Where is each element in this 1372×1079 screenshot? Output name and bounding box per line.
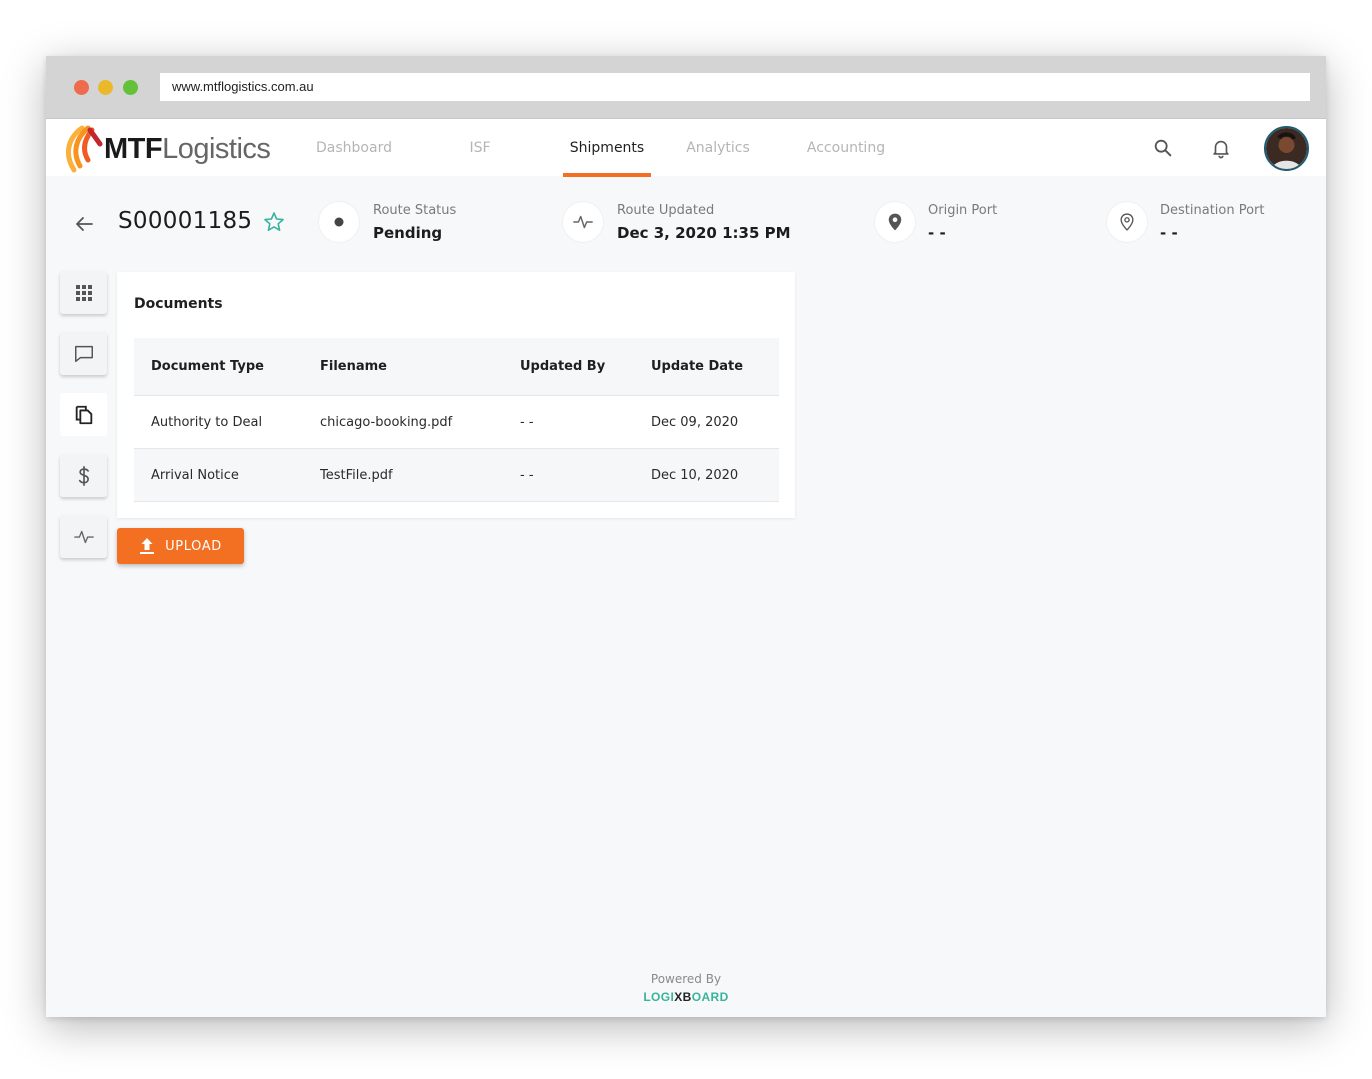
document-type-cell: Arrival Notice xyxy=(151,467,239,483)
nav-isf[interactable]: ISF xyxy=(442,119,518,177)
document-type-cell: Authority to Deal xyxy=(151,414,263,430)
table-row[interactable]: Arrival Notice TestFile.pdf - - Dec 10, … xyxy=(134,449,779,502)
favorite-star-icon[interactable] xyxy=(262,210,286,238)
upload-label: UPLOAD xyxy=(165,538,222,554)
sidebar-messages-button[interactable] xyxy=(60,332,107,375)
logo-text: MTFLogistics xyxy=(104,133,271,166)
app-header: MTFLogistics Dashboard ISF Shipments Ana… xyxy=(46,118,1326,177)
user-avatar-icon xyxy=(1266,128,1307,169)
activity-icon xyxy=(563,202,603,242)
map-pin-filled-icon xyxy=(875,202,915,242)
powered-by-text: Powered By xyxy=(650,972,722,986)
brand-logo[interactable]: MTFLogistics xyxy=(60,124,280,174)
sidebar-documents-button[interactable] xyxy=(60,393,107,436)
route-status-value: Pending xyxy=(373,224,443,242)
logixboard-logo[interactable]: LOGIXBOARD xyxy=(46,990,1326,1004)
logo-mark-icon xyxy=(65,125,103,173)
dot-icon xyxy=(319,202,359,242)
origin-port-value: - - xyxy=(928,224,946,242)
maximize-window-dot[interactable] xyxy=(123,80,138,95)
destination-port-label: Destination Port xyxy=(1160,203,1265,218)
browser-chrome: www.mtflogistics.com.au xyxy=(46,56,1326,118)
logo-bold: MTF xyxy=(104,133,163,165)
update-date-cell: Dec 09, 2020 xyxy=(651,414,739,430)
nav-shipments[interactable]: Shipments xyxy=(558,119,656,177)
route-status-label: Route Status xyxy=(373,203,457,218)
route-updated-label: Route Updated xyxy=(617,203,715,218)
footer: Powered By LOGIXBOARD xyxy=(46,972,1326,1004)
upload-button[interactable]: UPLOAD xyxy=(117,528,244,564)
documents-title: Documents xyxy=(134,296,223,312)
activity-icon xyxy=(73,530,94,543)
back-arrow-icon[interactable] xyxy=(72,212,96,240)
table-row[interactable]: Authority to Deal chicago-booking.pdf - … xyxy=(134,396,779,449)
origin-port-label: Origin Port xyxy=(928,203,998,218)
column-header[interactable]: Updated By xyxy=(520,338,605,395)
updated-by-cell: - - xyxy=(520,467,534,483)
documents-icon xyxy=(75,405,92,424)
logixboard-part1: LOGI xyxy=(643,990,675,1004)
browser-window: www.mtflogistics.com.au MTFLogistics Das… xyxy=(46,56,1326,1017)
nav-dashboard[interactable]: Dashboard xyxy=(296,119,412,177)
grid-icon xyxy=(75,284,92,301)
sidebar-overview-button[interactable] xyxy=(60,271,107,314)
dollar-icon xyxy=(78,465,89,486)
sidebar-activity-button[interactable] xyxy=(60,515,107,558)
address-bar[interactable]: www.mtflogistics.com.au xyxy=(160,73,1310,101)
upload-icon xyxy=(140,538,155,554)
shipment-header: S00001185 Route Status Pending Route Upd… xyxy=(46,196,1326,256)
updated-by-cell: - - xyxy=(520,414,534,430)
message-icon xyxy=(74,345,93,362)
route-updated-value: Dec 3, 2020 1:35 PM xyxy=(617,224,791,242)
documents-card: Documents Document Type Filename Updated… xyxy=(117,272,795,518)
bell-icon[interactable] xyxy=(1208,135,1234,161)
map-pin-outline-icon xyxy=(1107,202,1147,242)
search-icon[interactable] xyxy=(1150,135,1176,161)
logixboard-part2: XB xyxy=(674,990,692,1004)
destination-port-value: - - xyxy=(1160,224,1178,242)
column-header[interactable]: Filename xyxy=(320,338,387,395)
table-header: Document Type Filename Updated By Update… xyxy=(134,338,779,396)
minimize-window-dot[interactable] xyxy=(98,80,113,95)
logo-light: Logistics xyxy=(162,133,271,165)
nav-active-indicator xyxy=(563,173,651,177)
column-header[interactable]: Document Type xyxy=(151,338,264,395)
close-window-dot[interactable] xyxy=(74,80,89,95)
documents-table: Document Type Filename Updated By Update… xyxy=(134,338,779,502)
shipment-id: S00001185 xyxy=(118,208,253,234)
logixboard-part3: OARD xyxy=(691,990,729,1004)
sidebar-billing-button[interactable] xyxy=(60,454,107,497)
nav-analytics[interactable]: Analytics xyxy=(674,119,762,177)
filename-cell[interactable]: TestFile.pdf xyxy=(320,449,393,501)
nav-accounting[interactable]: Accounting xyxy=(794,119,898,177)
avatar[interactable] xyxy=(1264,126,1309,171)
filename-cell[interactable]: chicago-booking.pdf xyxy=(320,396,452,448)
update-date-cell: Dec 10, 2020 xyxy=(651,467,739,483)
column-header[interactable]: Update Date xyxy=(651,338,743,395)
